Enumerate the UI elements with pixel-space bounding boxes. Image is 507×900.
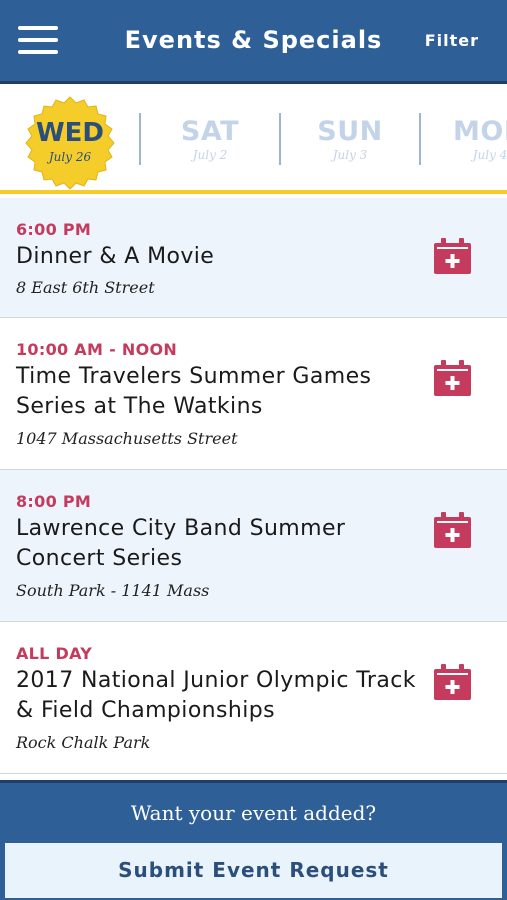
day-name: WED xyxy=(35,118,105,148)
day-name: MON xyxy=(453,116,507,147)
day-selector: WED July 26 SAT July 2 SUN July 3 MON Ju… xyxy=(0,84,507,194)
day-name: SUN xyxy=(317,116,383,147)
submit-footer: Want your event added? Submit Event Requ… xyxy=(0,780,507,900)
submit-event-request-button[interactable]: Submit Event Request xyxy=(5,843,502,898)
calendar-add-icon[interactable] xyxy=(434,360,471,396)
event-title: Lawrence City Band Summer Concert Series xyxy=(16,516,346,571)
event-time: ALL DAY xyxy=(16,644,93,663)
event-title: Time Travelers Summer Games Series at Th… xyxy=(16,364,372,419)
calendar-add-icon[interactable] xyxy=(434,512,471,548)
event-row[interactable]: ALL DAY 2017 National Junior Olympic Tra… xyxy=(0,622,507,774)
day-tab-sat[interactable]: SAT July 2 xyxy=(140,84,280,190)
event-time: 10:00 AM - NOON xyxy=(16,340,178,359)
event-row[interactable]: 6:00 PM Dinner & A Movie 8 East 6th Stre… xyxy=(0,198,507,318)
footer-prompt: Want your event added? xyxy=(130,801,377,825)
event-time: 8:00 PM xyxy=(16,492,92,511)
day-tab-mon[interactable]: MON July 4 xyxy=(420,84,507,190)
event-time: 6:00 PM xyxy=(16,220,92,239)
day-tab-sun[interactable]: SUN July 3 xyxy=(280,84,420,190)
event-location: 8 East 6th Street xyxy=(16,278,155,297)
calendar-add-icon[interactable] xyxy=(434,238,471,274)
app-header: Events & Specials Filter xyxy=(0,0,507,84)
day-date: July 26 xyxy=(48,150,92,164)
day-date: July 2 xyxy=(192,148,228,162)
event-location: 1047 Massachusetts Street xyxy=(16,429,238,448)
event-row[interactable]: 10:00 AM - NOON Time Travelers Summer Ga… xyxy=(0,318,507,470)
calendar-add-icon[interactable] xyxy=(434,664,471,700)
event-location: South Park - 1141 Mass xyxy=(16,581,210,600)
event-location: Rock Chalk Park xyxy=(16,733,151,752)
day-tab-wed[interactable]: WED July 26 xyxy=(22,95,118,190)
event-row[interactable]: 8:00 PM Lawrence City Band Summer Concer… xyxy=(0,470,507,622)
day-name: SAT xyxy=(180,116,240,147)
filter-button[interactable]: Filter xyxy=(425,31,479,50)
day-date: July 3 xyxy=(332,148,368,162)
event-title: Dinner & A Movie xyxy=(16,244,215,269)
day-date: July 4 xyxy=(472,148,507,162)
event-list: 6:00 PM Dinner & A Movie 8 East 6th Stre… xyxy=(0,198,507,774)
event-title: 2017 National Junior Olympic Track & Fie… xyxy=(16,668,416,723)
